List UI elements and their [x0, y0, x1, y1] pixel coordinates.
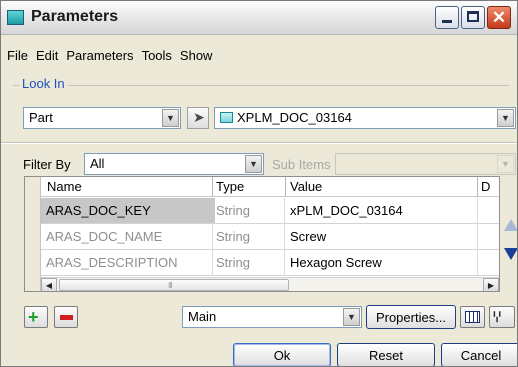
pick-button[interactable]: ➤ — [187, 107, 209, 129]
move-down-icon[interactable] — [504, 248, 517, 260]
cancel-button[interactable]: Cancel — [441, 343, 517, 366]
add-parameter-button[interactable]: + — [24, 306, 48, 328]
cell-name[interactable]: ARAS_DOC_NAME — [46, 229, 162, 244]
table-row[interactable]: ARAS_DESCRIPTION String Hexagon Screw — [41, 250, 499, 276]
app-icon — [7, 10, 24, 25]
plus-icon: + — [28, 307, 39, 327]
cursor-arrow-icon: ➤ — [193, 109, 205, 125]
cell-type[interactable]: String — [216, 203, 250, 218]
parameters-window: Parameters ✕ File Edit Parameters Tools … — [0, 0, 518, 367]
scroll-right-icon[interactable]: ▶ — [483, 278, 499, 291]
cell-divider — [284, 198, 285, 224]
filter-by-value: All — [90, 156, 105, 171]
minimize-button[interactable] — [435, 6, 459, 29]
chevron-down-icon[interactable]: ▼ — [162, 109, 179, 127]
menu-parameters[interactable]: Parameters — [62, 48, 137, 66]
table-header: Name Type Value D — [25, 177, 499, 197]
cell-name[interactable]: ARAS_DESCRIPTION — [46, 255, 177, 270]
chevron-down-icon[interactable]: ▼ — [245, 155, 262, 173]
maximize-button[interactable] — [461, 6, 485, 29]
column-divider — [212, 177, 213, 197]
column-header-type[interactable]: Type — [216, 179, 244, 194]
maximize-icon — [467, 11, 479, 22]
cell-value[interactable]: Hexagon Screw — [290, 255, 382, 270]
view-select[interactable]: Main ▼ — [182, 306, 362, 328]
binoculars-icon: ꗷ — [493, 309, 502, 325]
look-in-label: Look In — [19, 76, 68, 91]
cell-divider — [477, 250, 478, 276]
menu-tools[interactable]: Tools — [138, 48, 176, 66]
minimize-icon — [442, 20, 452, 23]
move-up-icon[interactable] — [504, 219, 517, 231]
column-header-name[interactable]: Name — [47, 179, 82, 194]
cell-divider — [212, 250, 213, 276]
cell-type[interactable]: String — [216, 229, 250, 244]
filter-by-label: Filter By — [23, 157, 71, 172]
columns-button[interactable] — [460, 306, 485, 328]
cell-value[interactable]: xPLM_DOC_03164 — [290, 203, 403, 218]
cell-type[interactable]: String — [216, 255, 250, 270]
look-in-item-select[interactable]: XPLM_DOC_03164 ▼ — [214, 107, 516, 129]
header-corner — [25, 177, 41, 197]
reset-button[interactable]: Reset — [337, 343, 435, 366]
title-bar[interactable]: Parameters ✕ — [1, 1, 517, 35]
close-button[interactable]: ✕ — [487, 6, 511, 29]
menu-edit[interactable]: Edit — [32, 48, 62, 66]
table-row[interactable]: ARAS_DOC_NAME String Screw — [41, 224, 499, 250]
sub-items-select: ▼ — [335, 153, 516, 175]
look-in-divider — [13, 85, 509, 86]
cell-divider — [477, 198, 478, 224]
column-header-d[interactable]: D — [481, 179, 490, 194]
table-row[interactable]: ARAS_DOC_KEY String xPLM_DOC_03164 — [41, 198, 499, 224]
sub-items-label: Sub Items — [272, 157, 331, 172]
cell-name[interactable]: ARAS_DOC_KEY — [46, 203, 151, 218]
filter-by-select[interactable]: All ▼ — [84, 153, 264, 175]
column-divider — [285, 177, 286, 197]
minus-icon — [60, 315, 73, 320]
remove-parameter-button[interactable] — [54, 306, 78, 328]
close-icon: ✕ — [491, 7, 507, 27]
parameters-table: Name Type Value D ARAS_DOC_KEY String xP… — [24, 176, 500, 292]
cell-divider — [284, 250, 285, 276]
menu-file[interactable]: File — [3, 48, 32, 66]
menu-bar: File Edit Parameters Tools Show — [1, 48, 216, 66]
window-title: Parameters — [31, 8, 119, 25]
look-in-type-value: Part — [29, 110, 53, 125]
scroll-left-icon[interactable]: ◀ — [41, 278, 57, 291]
horizontal-scrollbar[interactable]: ◀ III ▶ — [41, 277, 499, 291]
cell-divider — [284, 224, 285, 250]
find-button[interactable]: ꗷ — [489, 306, 515, 328]
menu-show[interactable]: Show — [176, 48, 217, 66]
scroll-grip: III — [168, 281, 173, 290]
columns-icon — [465, 311, 480, 323]
cell-divider — [477, 224, 478, 250]
ok-button[interactable]: Ok — [233, 343, 331, 366]
column-header-value[interactable]: Value — [290, 179, 322, 194]
look-in-item-value: XPLM_DOC_03164 — [237, 110, 352, 125]
chevron-down-icon[interactable]: ▼ — [497, 109, 514, 127]
properties-button[interactable]: Properties... — [366, 305, 456, 329]
section-divider — [1, 142, 517, 144]
chevron-down-icon[interactable]: ▼ — [343, 308, 360, 326]
view-value: Main — [188, 309, 217, 324]
column-divider — [477, 177, 478, 197]
cell-value[interactable]: Screw — [290, 229, 326, 244]
chevron-down-icon: ▼ — [497, 155, 514, 173]
scroll-thumb[interactable]: III — [59, 279, 289, 291]
document-icon — [220, 112, 233, 123]
look-in-type-select[interactable]: Part ▼ — [23, 107, 181, 129]
cell-divider — [212, 224, 213, 250]
